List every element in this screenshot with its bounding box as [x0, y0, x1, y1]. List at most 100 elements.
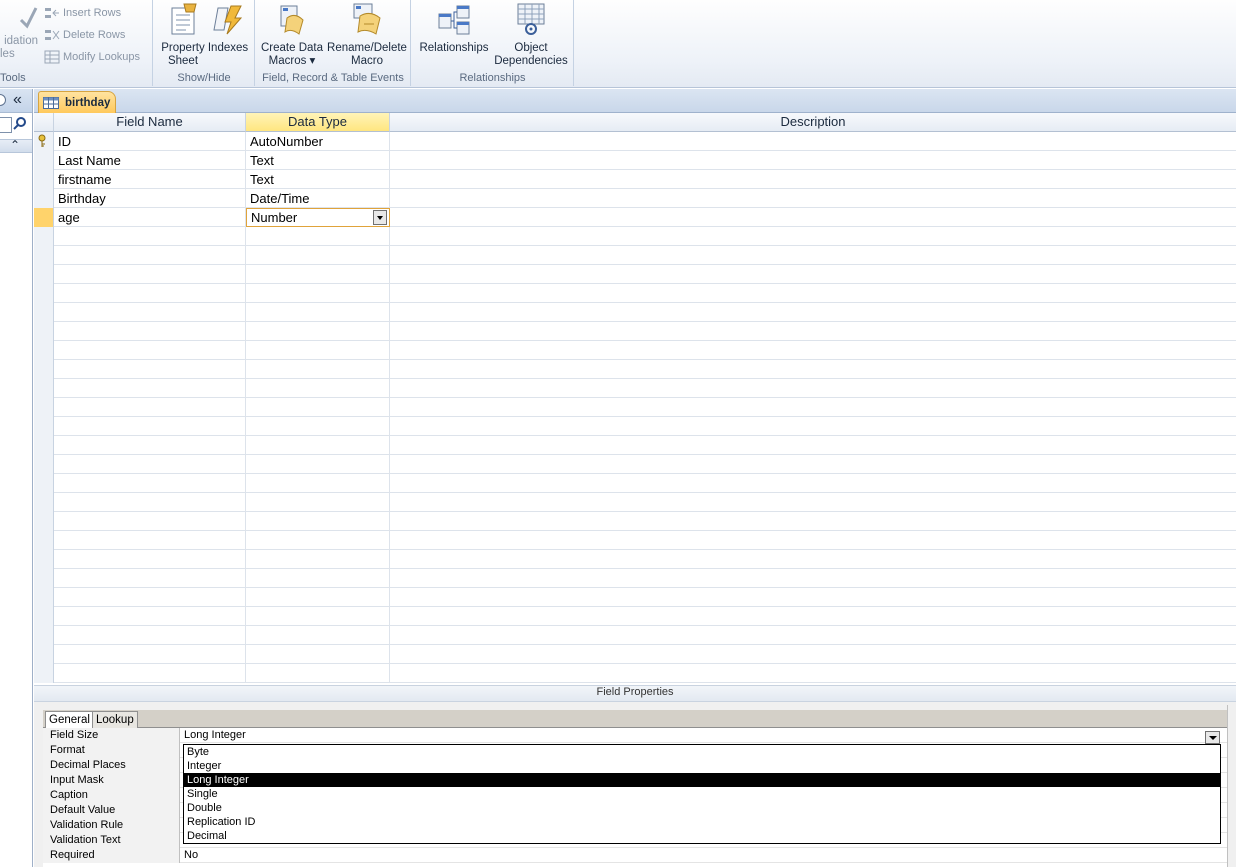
- table-row[interactable]: [34, 227, 1236, 246]
- description-cell[interactable]: [390, 493, 1236, 512]
- indexes-button[interactable]: Indexes: [206, 2, 250, 55]
- description-cell[interactable]: [390, 284, 1236, 303]
- row-selector[interactable]: [34, 550, 54, 569]
- description-cell[interactable]: [390, 360, 1236, 379]
- data-type-cell[interactable]: [246, 569, 390, 588]
- field-name-cell[interactable]: [54, 607, 246, 626]
- field-name-cell[interactable]: [54, 645, 246, 664]
- row-selector[interactable]: [34, 531, 54, 550]
- field-name-cell[interactable]: [54, 436, 246, 455]
- dropdown-option[interactable]: Double: [184, 801, 1220, 815]
- data-type-dropdown-button[interactable]: [373, 210, 387, 225]
- table-row[interactable]: [34, 246, 1236, 265]
- row-selector[interactable]: [34, 626, 54, 645]
- field-name-cell[interactable]: [54, 569, 246, 588]
- data-type-cell[interactable]: [246, 322, 390, 341]
- row-selector[interactable]: [34, 569, 54, 588]
- table-row[interactable]: [34, 322, 1236, 341]
- row-selector[interactable]: [34, 436, 54, 455]
- row-selector[interactable]: [34, 512, 54, 531]
- dropdown-option[interactable]: Integer: [184, 759, 1220, 773]
- data-type-cell[interactable]: [246, 436, 390, 455]
- table-row[interactable]: [34, 360, 1236, 379]
- data-type-cell[interactable]: [246, 664, 390, 683]
- property-value[interactable]: No: [181, 848, 198, 863]
- table-row[interactable]: [34, 531, 1236, 550]
- data-type-cell[interactable]: [246, 512, 390, 531]
- table-row[interactable]: [34, 379, 1236, 398]
- field-name-cell[interactable]: ID: [54, 132, 246, 151]
- table-row[interactable]: [34, 341, 1236, 360]
- field-name-cell[interactable]: [54, 227, 246, 246]
- data-type-cell[interactable]: [246, 626, 390, 645]
- rename-delete-macro-button[interactable]: Rename/Delete Macro: [327, 2, 407, 68]
- table-row[interactable]: firstname Text: [34, 170, 1236, 189]
- row-selector[interactable]: [34, 151, 54, 170]
- document-tab-birthday[interactable]: birthday: [38, 91, 116, 113]
- table-row[interactable]: ID AutoNumber: [34, 132, 1236, 151]
- table-row[interactable]: [34, 398, 1236, 417]
- dropdown-option[interactable]: Decimal: [184, 829, 1220, 843]
- row-selector[interactable]: [34, 645, 54, 664]
- field-name-cell[interactable]: [54, 360, 246, 379]
- row-selector[interactable]: [34, 360, 54, 379]
- field-name-cell[interactable]: [54, 284, 246, 303]
- tab-general[interactable]: General: [45, 711, 94, 729]
- validation-rules-button[interactable]: idation les: [0, 4, 38, 61]
- data-type-cell[interactable]: Number: [246, 208, 390, 227]
- data-type-cell[interactable]: [246, 341, 390, 360]
- table-row[interactable]: [34, 569, 1236, 588]
- description-cell[interactable]: [390, 626, 1236, 645]
- data-type-cell[interactable]: [246, 645, 390, 664]
- data-type-cell[interactable]: Date/Time: [246, 189, 390, 208]
- description-cell[interactable]: [390, 664, 1236, 683]
- table-row[interactable]: [34, 455, 1236, 474]
- field-name-cell[interactable]: [54, 265, 246, 284]
- property-row[interactable]: Required No: [43, 848, 1227, 863]
- data-type-cell[interactable]: AutoNumber: [246, 132, 390, 151]
- nav-search-input[interactable]: [0, 117, 12, 133]
- description-cell[interactable]: [390, 265, 1236, 284]
- row-selector[interactable]: [34, 132, 54, 151]
- table-row[interactable]: [34, 550, 1236, 569]
- description-cell[interactable]: [390, 208, 1236, 227]
- data-type-cell[interactable]: [246, 265, 390, 284]
- nav-options-icon[interactable]: [0, 94, 6, 106]
- description-cell[interactable]: [390, 341, 1236, 360]
- description-cell[interactable]: [390, 474, 1236, 493]
- insert-rows-button[interactable]: Insert Rows: [44, 4, 121, 22]
- tab-lookup[interactable]: Lookup: [92, 711, 138, 728]
- data-type-cell[interactable]: [246, 379, 390, 398]
- description-cell[interactable]: [390, 417, 1236, 436]
- row-selector[interactable]: [34, 265, 54, 284]
- row-selector[interactable]: [34, 322, 54, 341]
- table-row[interactable]: [34, 512, 1236, 531]
- description-cell[interactable]: [390, 227, 1236, 246]
- data-type-cell[interactable]: Text: [246, 170, 390, 189]
- grid-corner[interactable]: [34, 113, 54, 132]
- property-value[interactable]: Long Integer: [181, 728, 246, 743]
- row-selector[interactable]: [34, 588, 54, 607]
- table-row[interactable]: [34, 493, 1236, 512]
- dropdown-option[interactable]: Byte: [184, 745, 1220, 759]
- data-type-cell[interactable]: [246, 227, 390, 246]
- data-type-cell[interactable]: [246, 360, 390, 379]
- row-selector[interactable]: [34, 417, 54, 436]
- description-cell[interactable]: [390, 303, 1236, 322]
- table-row[interactable]: age Number: [34, 208, 1236, 227]
- chevron-up-icon[interactable]: ⌃: [10, 138, 20, 152]
- row-selector[interactable]: [34, 170, 54, 189]
- table-row[interactable]: [34, 417, 1236, 436]
- field-name-cell[interactable]: [54, 417, 246, 436]
- row-selector[interactable]: [34, 493, 54, 512]
- field-name-cell[interactable]: [54, 455, 246, 474]
- field-size-dropdown-button[interactable]: [1205, 731, 1220, 744]
- data-type-cell[interactable]: [246, 398, 390, 417]
- row-selector[interactable]: [34, 284, 54, 303]
- row-selector[interactable]: [34, 341, 54, 360]
- description-cell[interactable]: [390, 512, 1236, 531]
- table-row[interactable]: [34, 626, 1236, 645]
- row-selector[interactable]: [34, 398, 54, 417]
- field-name-cell[interactable]: [54, 531, 246, 550]
- table-row[interactable]: [34, 265, 1236, 284]
